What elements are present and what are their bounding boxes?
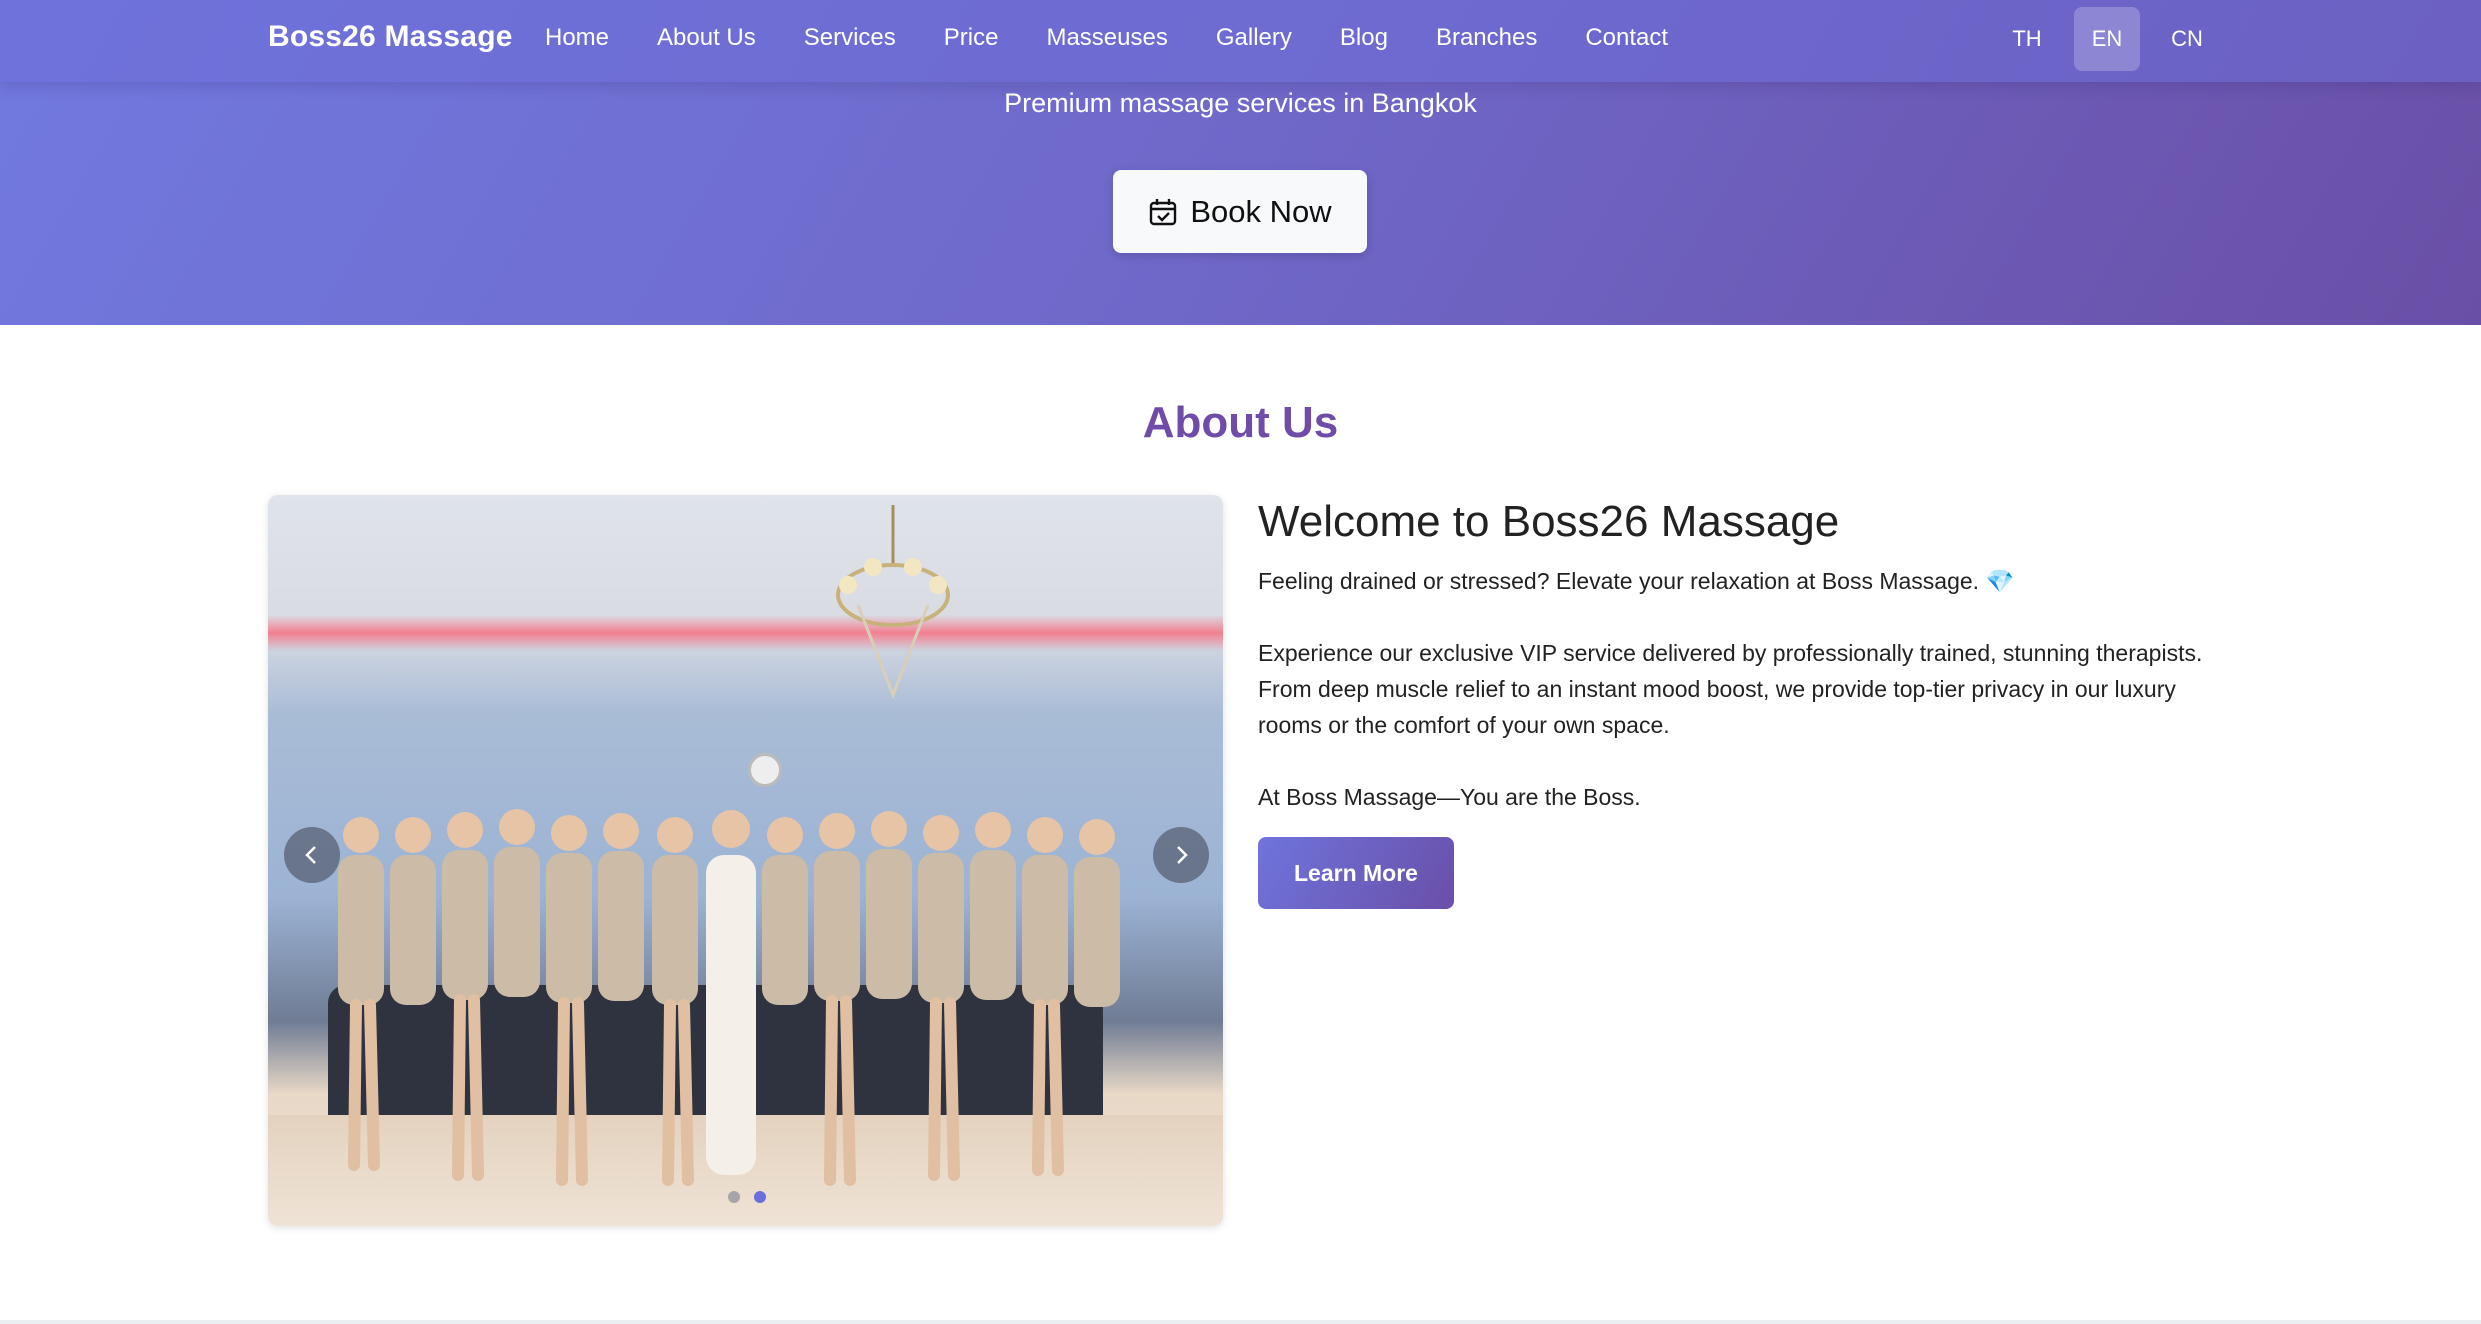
welcome-heading: Welcome to Boss26 Massage [1258, 497, 1840, 546]
calendar-check-icon [1148, 197, 1178, 227]
nav-link-gallery[interactable]: Gallery [1216, 24, 1292, 52]
ceiling-led-light [268, 615, 1223, 651]
lang-button-en[interactable]: EN [2074, 7, 2140, 71]
book-now-label: Book Now [1190, 193, 1332, 229]
section-divider [0, 1320, 2481, 1324]
brand-logo[interactable]: Boss26 Massage [268, 20, 513, 54]
carousel-next-button[interactable] [1153, 827, 1209, 883]
book-now-button[interactable]: Book Now [1113, 170, 1367, 253]
nav-links: Home About Us Services Price Masseuses G… [545, 24, 1716, 52]
section-title-about: About Us [1142, 398, 1339, 447]
nav-link-services[interactable]: Services [804, 24, 896, 52]
nav-link-masseuses[interactable]: Masseuses [1046, 24, 1167, 52]
about-carousel[interactable] [268, 495, 1223, 1226]
carousel-prev-button[interactable] [284, 827, 340, 883]
nav-link-blog[interactable]: Blog [1340, 24, 1388, 52]
about-paragraph-3: At Boss Massage—You are the Boss. [1258, 784, 1641, 810]
lang-button-cn[interactable]: CN [2154, 7, 2220, 71]
chandelier-icon [836, 505, 950, 700]
carousel-dot-1[interactable] [728, 1191, 740, 1203]
nav-link-home[interactable]: Home [545, 24, 609, 52]
wall-clock [748, 753, 782, 787]
lang-button-th[interactable]: TH [1994, 7, 2060, 71]
nav-link-contact[interactable]: Contact [1585, 24, 1668, 52]
about-paragraph-2: Experience our exclusive VIP service del… [1258, 640, 2203, 738]
language-switcher: TH EN CN [1994, 7, 2220, 71]
carousel-dot-2[interactable] [754, 1191, 766, 1203]
about-paragraph-1: Feeling drained or stressed? Elevate you… [1258, 568, 2015, 594]
hero-tagline: Premium massage services in Bangkok [1004, 88, 1477, 118]
about-text-block: Welcome to Boss26 Massage Feeling draine… [1258, 495, 2218, 909]
nav-link-branches[interactable]: Branches [1436, 24, 1537, 52]
chevron-right-icon [1177, 846, 1188, 864]
staff-group-figures [338, 809, 1120, 1186]
chevron-left-icon [305, 846, 316, 864]
staff-group-photo [268, 495, 1223, 1226]
nav-link-price[interactable]: Price [944, 24, 999, 52]
carousel-indicators [728, 1191, 766, 1203]
top-navbar: Boss26 Massage Home About Us Services Pr… [0, 0, 2481, 82]
nav-link-about-us[interactable]: About Us [657, 24, 756, 52]
learn-more-button[interactable]: Learn More [1258, 837, 1454, 909]
